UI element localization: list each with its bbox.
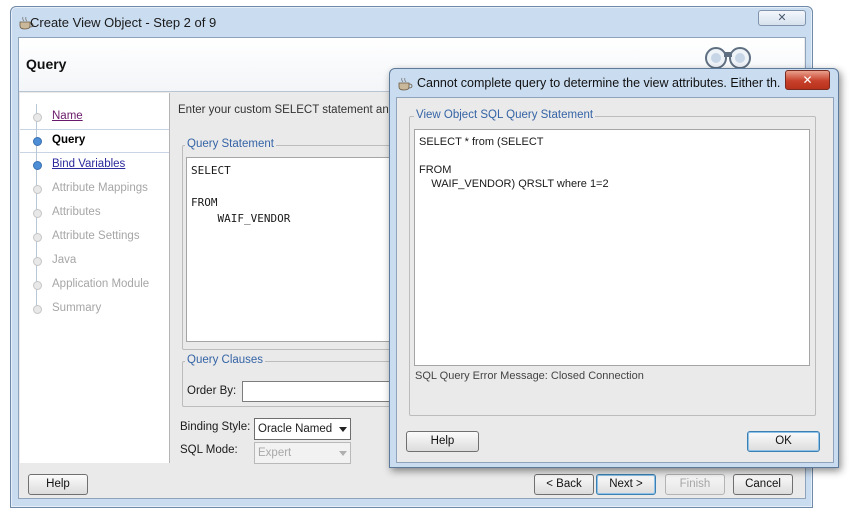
instruction-text: Enter your custom SELECT statement and c… <box>178 104 407 116</box>
back-button[interactable]: < Back <box>534 474 594 495</box>
binding-style-select[interactable]: Oracle Named <box>254 418 351 440</box>
close-icon: ✕ <box>777 12 787 24</box>
sidebar-step-summary: Summary <box>52 302 102 314</box>
sidebar-step-bind-variables[interactable]: Bind Variables <box>52 158 125 170</box>
sql-error-message: SQL Query Error Message: Closed Connecti… <box>415 370 644 382</box>
dialog-help-button[interactable]: Help <box>406 431 479 452</box>
dialog-coffee-cup-icon <box>397 77 413 91</box>
sidebar-step-name[interactable]: Name <box>52 110 83 122</box>
step-dot-attributes <box>33 209 42 218</box>
step-dot-name <box>33 113 42 122</box>
sidebar-step-application-module: Application Module <box>52 278 150 290</box>
close-icon: ✕ <box>802 73 813 87</box>
sidebar-step-query[interactable]: Query <box>52 134 85 146</box>
dialog-ok-button[interactable]: OK <box>747 431 820 452</box>
view-object-sql-label: View Object SQL Query Statement <box>414 109 596 121</box>
next-button[interactable]: Next > <box>596 474 656 495</box>
sidebar-step-attributes: Attributes <box>52 206 101 218</box>
cancel-button[interactable]: Cancel <box>733 474 793 495</box>
order-by-label: Order By: <box>187 385 237 397</box>
sidebar-step-java: Java <box>52 254 77 266</box>
sidebar-step-attribute-mappings: Attribute Mappings <box>52 182 148 194</box>
sidebar-step-attribute-settings: Attribute Settings <box>52 230 140 242</box>
step-dot-application-module <box>33 281 42 290</box>
sql-mode-value: Expert <box>258 447 292 459</box>
chevron-down-icon <box>339 451 347 456</box>
window-close-button[interactable]: ✕ <box>758 10 806 26</box>
current-step-highlight <box>20 129 169 153</box>
query-statement-label: Query Statement <box>185 138 276 150</box>
page-title: Query <box>26 56 67 72</box>
dialog-close-button[interactable]: ✕ <box>785 70 830 90</box>
step-dot-bind-variables <box>33 161 42 170</box>
chevron-down-icon <box>339 427 347 432</box>
binding-style-label: Binding Style: <box>180 421 251 433</box>
step-dot-query <box>33 137 42 146</box>
step-dot-java <box>33 257 42 266</box>
sql-mode-label: SQL Mode: <box>180 444 238 456</box>
sql-mode-select: Expert <box>254 442 351 464</box>
window-title: Create View Object - Step 2 of 9 <box>30 15 217 30</box>
step-dot-attribute-mappings <box>33 185 42 194</box>
binoculars-icon <box>700 40 760 70</box>
query-statement-editor[interactable]: SELECT FROM WAIF_VENDOR <box>186 157 392 342</box>
sql-query-text[interactable]: SELECT * from (SELECT FROM WAIF_VENDOR) … <box>414 129 810 366</box>
dialog-title: Cannot complete query to determine the v… <box>417 76 781 90</box>
order-by-input[interactable] <box>242 381 394 402</box>
query-clauses-label: Query Clauses <box>185 354 266 366</box>
step-dot-attribute-settings <box>33 233 42 242</box>
step-dot-summary <box>33 305 42 314</box>
binding-style-value: Oracle Named <box>258 423 333 435</box>
steps-rail <box>36 104 37 310</box>
help-button[interactable]: Help <box>28 474 88 495</box>
finish-button: Finish <box>665 474 725 495</box>
